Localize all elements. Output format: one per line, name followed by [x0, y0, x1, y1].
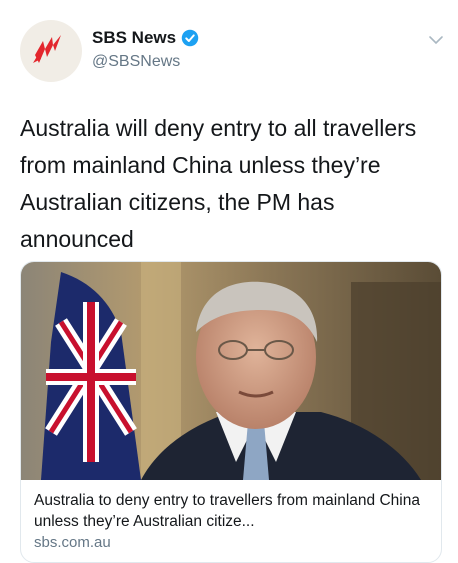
card-image[interactable] [21, 262, 441, 480]
verified-badge-icon [181, 29, 199, 47]
card-domain[interactable]: sbs.com.au [34, 534, 111, 551]
tweet[interactable]: SBS News @SBSNews Australia will deny en… [0, 0, 458, 563]
card-title[interactable]: Australia to deny entry to travellers fr… [34, 490, 432, 532]
link-card[interactable]: Australia to deny entry to travellers fr… [20, 261, 442, 563]
tweet-header: SBS News @SBSNews [20, 18, 443, 82]
tweet-text: Australia will deny entry to all travell… [20, 115, 417, 252]
avatar[interactable] [20, 20, 82, 82]
author-handle[interactable]: @SBSNews [92, 53, 180, 71]
chevron-down-icon[interactable] [428, 32, 444, 48]
sbs-logo-icon [33, 35, 61, 63]
author-name-row[interactable]: SBS News [92, 28, 199, 48]
author-display-name[interactable]: SBS News [92, 28, 176, 48]
